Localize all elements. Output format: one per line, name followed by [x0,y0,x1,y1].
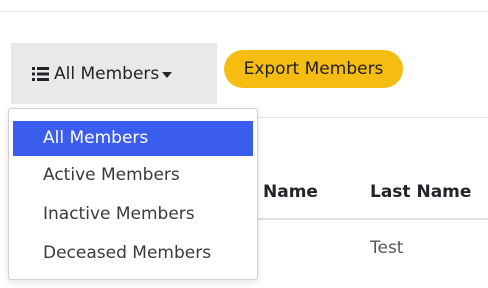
filter-label: All Members [54,63,160,84]
top-divider [0,11,488,12]
menu-item-active-members[interactable]: Active Members [13,158,253,193]
menu-item-inactive-members[interactable]: Inactive Members [13,197,253,232]
member-filter-dropdown-button[interactable]: All Members [11,43,217,104]
menu-item-deceased-members[interactable]: Deceased Members [13,236,253,271]
list-icon [32,66,49,81]
caret-down-icon [162,71,173,78]
export-members-button[interactable]: Export Members [224,50,403,88]
table-header-divider [258,218,488,220]
table-top-divider [225,117,488,118]
menu-item-all-members[interactable]: All Members [13,121,253,156]
member-filter-menu: All Members Active Members Inactive Memb… [8,108,258,280]
column-header-name[interactable]: Name [263,182,318,202]
column-header-last-name[interactable]: Last Name [370,182,471,202]
table-cell-last-name: Test [370,238,404,258]
